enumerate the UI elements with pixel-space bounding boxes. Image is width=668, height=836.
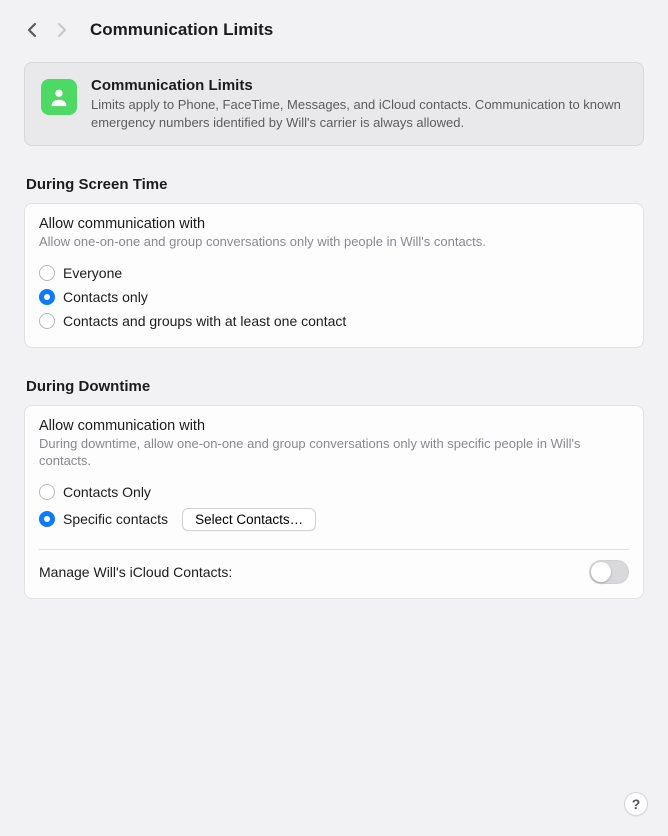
forward-button — [50, 16, 74, 44]
manage-icloud-row: Manage Will's iCloud Contacts: — [39, 560, 629, 584]
screen-time-desc: Allow one-on-one and group conversations… — [39, 234, 629, 251]
radio-input[interactable] — [39, 484, 55, 500]
radio-input[interactable] — [39, 313, 55, 329]
help-button[interactable]: ? — [624, 792, 648, 816]
screen-time-subtitle: Allow communication with — [39, 216, 629, 232]
radio-everyone[interactable]: Everyone — [39, 261, 629, 285]
section-header-screen-time: During Screen Time — [24, 176, 644, 193]
downtime-desc: During downtime, allow one-on-one and gr… — [39, 436, 629, 470]
radio-input[interactable] — [39, 289, 55, 305]
info-title: Communication Limits — [91, 77, 627, 94]
radio-label: Specific contacts — [63, 511, 168, 527]
info-card: Communication Limits Limits apply to Pho… — [24, 62, 644, 146]
select-contacts-button[interactable]: Select Contacts… — [182, 508, 316, 531]
radio-label: Everyone — [63, 265, 122, 281]
communication-limits-icon — [41, 79, 77, 115]
manage-icloud-label: Manage Will's iCloud Contacts: — [39, 564, 232, 580]
radio-label: Contacts only — [63, 289, 148, 305]
section-header-downtime: During Downtime — [24, 378, 644, 395]
back-button[interactable] — [20, 16, 44, 44]
radio-downtime-contacts-only[interactable]: Contacts Only — [39, 480, 629, 504]
radio-contacts-groups[interactable]: Contacts and groups with at least one co… — [39, 309, 629, 333]
downtime-card: Allow communication with During downtime… — [24, 405, 644, 599]
radio-input[interactable] — [39, 511, 55, 527]
radio-contacts-only[interactable]: Contacts only — [39, 285, 629, 309]
radio-specific-contacts[interactable]: Specific contacts Select Contacts… — [39, 504, 629, 535]
screen-time-card: Allow communication with Allow one-on-on… — [24, 203, 644, 348]
page-title: Communication Limits — [90, 20, 273, 40]
divider — [39, 549, 629, 550]
downtime-subtitle: Allow communication with — [39, 418, 629, 434]
radio-input[interactable] — [39, 265, 55, 281]
radio-label: Contacts and groups with at least one co… — [63, 313, 346, 329]
radio-label: Contacts Only — [63, 484, 151, 500]
manage-icloud-toggle[interactable] — [589, 560, 629, 584]
header-nav: Communication Limits — [0, 0, 668, 54]
info-desc: Limits apply to Phone, FaceTime, Message… — [91, 96, 627, 131]
